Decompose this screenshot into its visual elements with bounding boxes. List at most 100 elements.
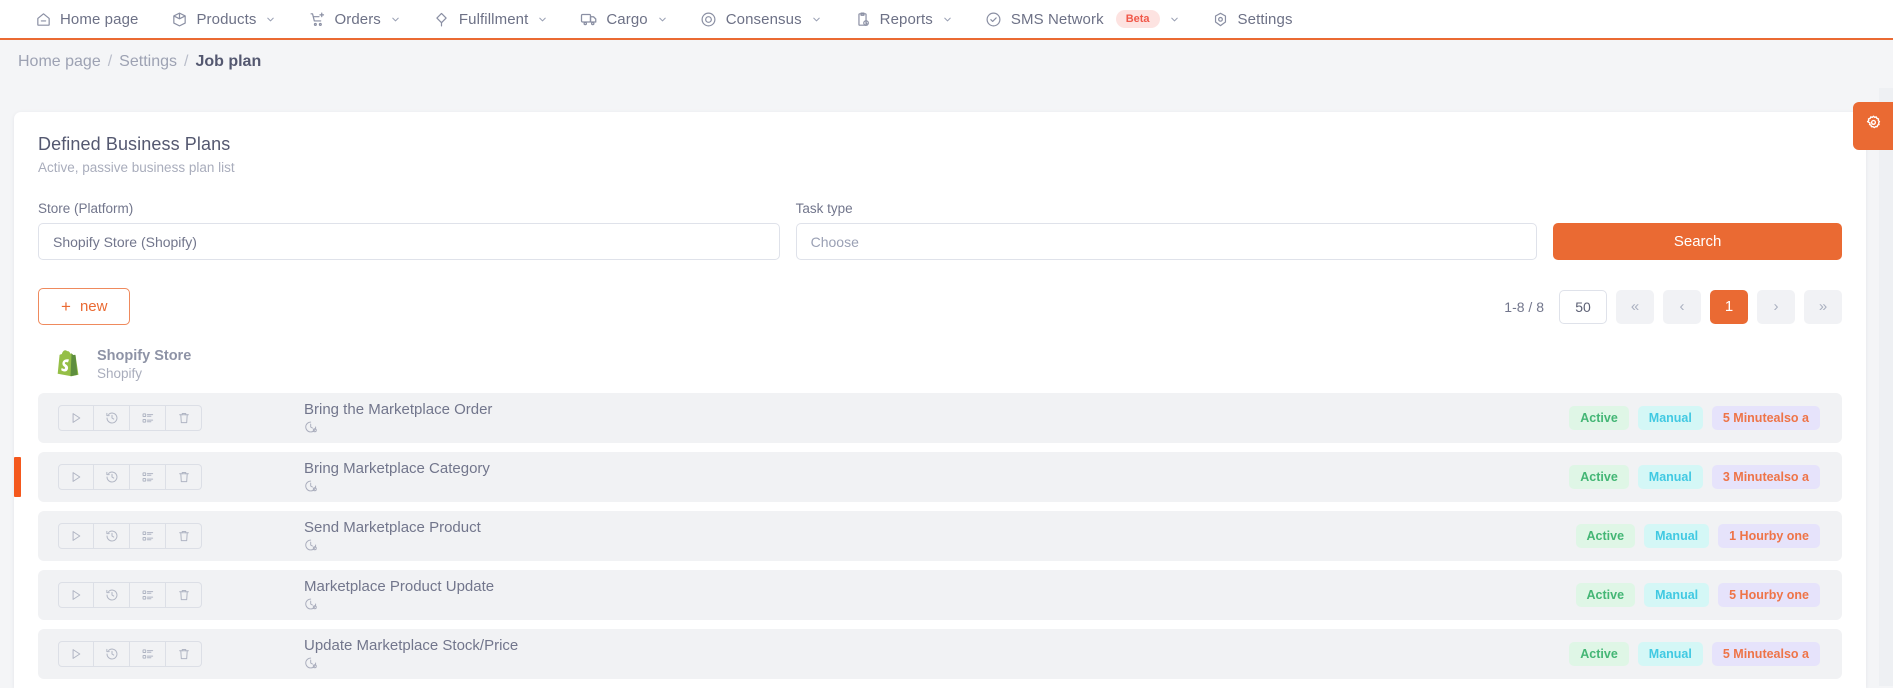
page-subtitle: Active, passive business plan list — [38, 160, 235, 175]
task-type-select[interactable]: Choose — [795, 223, 1538, 260]
store-platform: Shopify — [97, 366, 143, 382]
nav-item-home-page[interactable]: Home page — [18, 0, 154, 39]
row-selected-marker — [14, 456, 21, 497]
history-button[interactable] — [94, 640, 130, 667]
row-action-group — [38, 569, 248, 620]
gear-icon — [1212, 10, 1230, 28]
job-plan-title: Marketplace Product Update — [304, 578, 495, 596]
store-label: Store (Platform) — [38, 201, 134, 216]
last-page-button[interactable]: » — [1804, 289, 1842, 324]
nav-item-fulfillment[interactable]: Fulfillment — [417, 0, 564, 39]
settings-side-tab[interactable] — [1853, 102, 1893, 150]
detail-button[interactable] — [130, 463, 166, 490]
table-row[interactable]: Update Marketplace Stock/Price Active Ma… — [38, 628, 1842, 679]
detail-button[interactable] — [130, 522, 166, 549]
chevron-down-icon — [267, 17, 275, 21]
chevron-down-icon — [539, 17, 547, 21]
nav-label: Cargo — [606, 10, 648, 28]
delete-button[interactable] — [166, 463, 202, 490]
next-page-button[interactable]: › — [1757, 289, 1795, 324]
nav-item-sms-network[interactable]: SMS Network Beta — [969, 0, 1196, 39]
interval-badge: 1 Hourby one — [1718, 523, 1820, 548]
nav-label: Reports — [879, 10, 933, 28]
history-button[interactable] — [94, 404, 130, 431]
interval-badge: 5 Hourby one — [1718, 582, 1820, 607]
job-plan-list: Bring the Marketplace Order Active Manua… — [14, 392, 1842, 679]
store-header: Shopify Store Shopify — [38, 347, 1842, 383]
delete-button[interactable] — [166, 404, 202, 431]
row-content: Bring the Marketplace Order Active Manua… — [242, 392, 1842, 443]
detail-button[interactable] — [130, 404, 166, 431]
job-plan-title: Send Marketplace Product — [304, 519, 481, 537]
page-size-input[interactable]: 50 — [1559, 289, 1607, 324]
history-button[interactable] — [94, 463, 130, 490]
row-content: Bring Marketplace Category Active Manual… — [242, 451, 1842, 502]
nav-item-reports[interactable]: Reports — [838, 0, 969, 39]
row-content: Marketplace Product Update Active Manual… — [242, 569, 1842, 620]
run-button[interactable] — [58, 640, 94, 667]
plus-icon: + — [61, 297, 71, 316]
run-button[interactable] — [58, 581, 94, 608]
schedule-clock-icon — [304, 538, 481, 552]
history-button[interactable] — [94, 581, 130, 608]
nav-label: Settings — [1237, 10, 1293, 28]
run-button[interactable] — [58, 404, 94, 431]
nav-label: Fulfillment — [458, 10, 529, 28]
nav-item-cargo[interactable]: Cargo — [564, 0, 683, 39]
status-badge: Active — [1569, 641, 1629, 666]
run-button[interactable] — [58, 463, 94, 490]
chevron-down-icon — [944, 17, 951, 21]
search-button[interactable]: Search — [1553, 223, 1842, 260]
row-content: Send Marketplace Product Active Manual 1… — [242, 510, 1842, 561]
new-button[interactable]: + new — [38, 288, 131, 325]
row-action-group — [38, 451, 248, 502]
breadcrumb-settings[interactable]: Settings — [119, 53, 177, 71]
page-title: Defined Business Plans — [38, 134, 231, 154]
status-badge: Active — [1575, 523, 1636, 548]
row-badges: Active Manual 3 Minutealso a — [1569, 464, 1820, 489]
previous-page-button[interactable]: ‹ — [1663, 289, 1701, 324]
history-button[interactable] — [94, 522, 130, 549]
schedule-clock-icon — [304, 479, 490, 493]
schedule-clock-icon — [304, 597, 494, 611]
table-row[interactable]: Bring the Marketplace Order Active Manua… — [38, 392, 1842, 443]
run-button[interactable] — [58, 522, 94, 549]
gear-icon — [1864, 114, 1883, 138]
nav-label: Home page — [60, 10, 139, 28]
shopify-logo — [54, 350, 84, 380]
nav-label: Products — [196, 10, 257, 28]
defined-business-plans-card: Defined Business Plans Active, passive b… — [14, 112, 1866, 688]
table-row[interactable]: Send Marketplace Product Active Manual 1… — [38, 510, 1842, 561]
chevron-down-icon — [658, 17, 666, 21]
top-navigation-bar: Home page Products Orders Fulfillment Ca… — [0, 0, 1893, 40]
nav-item-orders[interactable]: Orders — [292, 0, 416, 39]
nav-label: Orders — [334, 10, 381, 28]
breadcrumb-home-page[interactable]: Home page — [18, 53, 101, 71]
first-page-button[interactable]: « — [1616, 289, 1654, 324]
delete-button[interactable] — [166, 640, 202, 667]
row-badges: Active Manual 5 Minutealso a — [1569, 405, 1820, 430]
row-action-group — [38, 628, 248, 679]
page-scrollbar-track[interactable] — [1879, 88, 1893, 686]
detail-button[interactable] — [130, 640, 166, 667]
pagination: 1-8 / 8 50 « ‹ 1 › » — [1504, 289, 1842, 324]
nav-item-products[interactable]: Products — [154, 0, 292, 39]
page-1-button[interactable]: 1 — [1710, 289, 1748, 324]
nav-item-consensus[interactable]: Consensus — [684, 0, 838, 39]
status-badge: Active — [1569, 405, 1629, 430]
breadcrumb-separator: / — [107, 53, 113, 70]
interval-badge: 5 Minutealso a — [1711, 405, 1820, 430]
mode-badge: Manual — [1644, 523, 1710, 548]
nav-item-settings[interactable]: Settings — [1196, 0, 1309, 39]
store-select[interactable]: Shopify Store (Shopify) — [38, 223, 780, 260]
detail-button[interactable] — [130, 581, 166, 608]
delete-button[interactable] — [166, 522, 202, 549]
delete-button[interactable] — [166, 581, 202, 608]
status-badge: Active — [1569, 464, 1629, 489]
pin-icon — [433, 10, 451, 28]
clipboard-icon — [854, 10, 872, 28]
table-row[interactable]: Bring Marketplace Category Active Manual… — [14, 451, 1842, 502]
store-field: Store (Platform) Shopify Store (Shopify) — [38, 201, 780, 260]
nav-label: Consensus — [725, 10, 802, 28]
table-row[interactable]: Marketplace Product Update Active Manual… — [38, 569, 1842, 620]
